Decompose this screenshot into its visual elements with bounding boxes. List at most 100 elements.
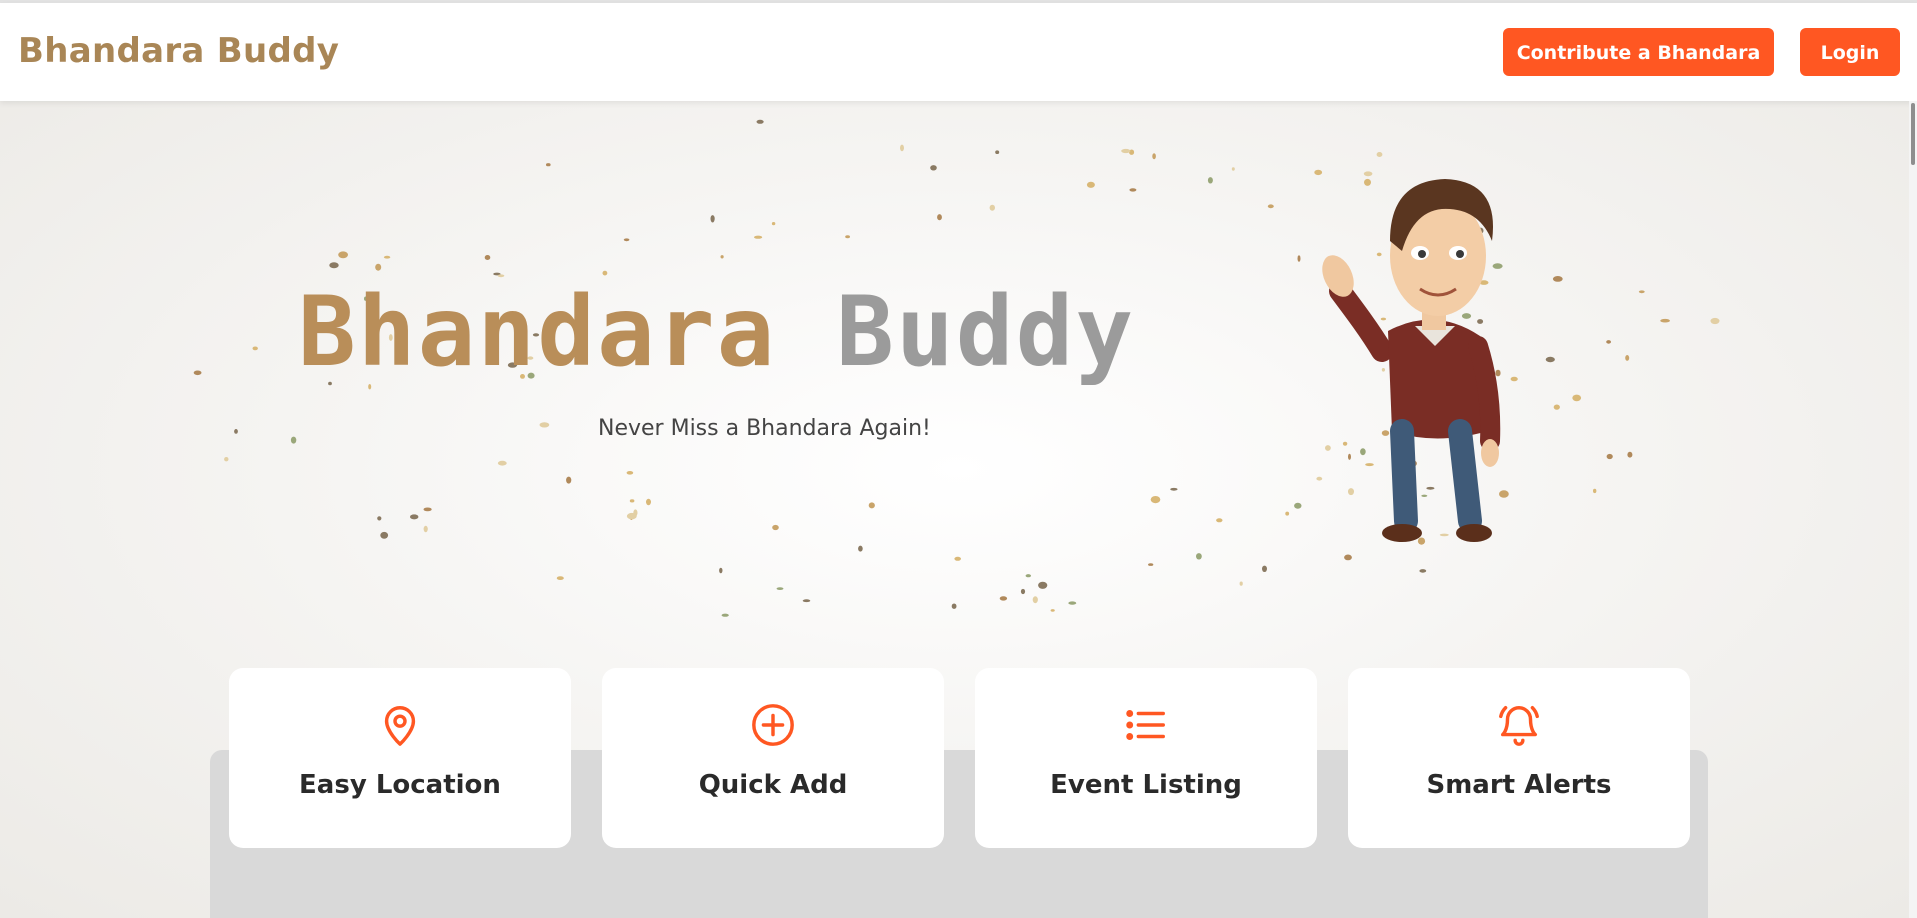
- crumb-dot: [999, 596, 1008, 601]
- crumb-dot: [1032, 596, 1038, 604]
- crumb-dot: [1419, 569, 1427, 573]
- list-icon: [1126, 710, 1165, 740]
- login-button[interactable]: Login: [1800, 28, 1900, 76]
- crumb-dot: [1239, 581, 1243, 586]
- crumb-dot: [1207, 177, 1213, 184]
- crumb-dot: [1627, 451, 1633, 458]
- bell-icon: [1499, 706, 1539, 746]
- crumb-dot: [1285, 511, 1290, 516]
- crumb-dot: [338, 251, 348, 259]
- scrollbar-track[interactable]: [1909, 101, 1917, 918]
- crumb-dot: [721, 613, 729, 617]
- crumb-dot: [720, 255, 724, 259]
- crumb-dot: [1625, 355, 1630, 361]
- crumb-dot: [937, 214, 942, 221]
- crumb-dot: [1710, 317, 1720, 325]
- crumb-dot: [1050, 609, 1055, 612]
- crumb-dot: [1231, 167, 1235, 171]
- crumb-dot: [1572, 394, 1582, 402]
- brand-logo-text[interactable]: Bhandara Buddy: [18, 31, 339, 71]
- crumb-dot: [410, 514, 419, 520]
- crumb-dot: [995, 150, 1000, 154]
- scrollbar-thumb[interactable]: [1911, 103, 1915, 165]
- crumb-dot: [602, 270, 608, 276]
- crumb-dot: [546, 163, 551, 167]
- crumb-dot: [1216, 518, 1223, 523]
- crumb-dot: [1344, 554, 1352, 561]
- crumb-dot: [497, 460, 507, 466]
- crumb-dot: [710, 215, 715, 223]
- crumb-dot: [802, 599, 811, 603]
- crumb-dot: [383, 255, 391, 259]
- crumb-dot: [1297, 255, 1301, 262]
- crumb-dot: [1068, 601, 1077, 605]
- crumb-dot: [845, 235, 850, 239]
- crumb-dot: [1638, 290, 1645, 294]
- crumb-dot: [754, 235, 763, 239]
- crumb-dot: [1294, 502, 1302, 509]
- crumb-dot: [1170, 487, 1178, 491]
- feature-title: Easy Location: [299, 770, 501, 800]
- crumb-dot: [556, 576, 564, 580]
- feature-card-easy-location[interactable]: Easy Location: [229, 668, 571, 848]
- plus-circle-icon: [752, 704, 794, 746]
- crumb-dot: [868, 502, 875, 509]
- crumb-dot: [1020, 588, 1026, 595]
- hero-tagline: Never Miss a Bhandara Again!: [598, 416, 931, 441]
- feature-title: Event Listing: [1050, 770, 1242, 800]
- crumb-dot: [252, 346, 258, 351]
- crumb-dot: [1152, 153, 1156, 160]
- crumb-dot: [719, 567, 723, 574]
- crumb-dot: [954, 556, 961, 561]
- crumb-dot: [380, 531, 389, 539]
- mascot-illustration: [1322, 179, 1501, 542]
- crumb-dot: [1086, 181, 1095, 188]
- contribute-button[interactable]: Contribute a Bhandara: [1503, 28, 1774, 76]
- crumb-dot: [423, 507, 432, 512]
- crumb-dot: [193, 370, 202, 376]
- crumb-dot: [1148, 563, 1154, 566]
- crumb-dot: [756, 119, 764, 124]
- navbar: Bhandara Buddy Contribute a Bhandara Log…: [0, 3, 1917, 101]
- crumb-dot: [1196, 553, 1202, 560]
- crumb-dot: [776, 587, 784, 590]
- crumb-dot: [626, 512, 637, 520]
- feature-card-smart-alerts[interactable]: Smart Alerts: [1348, 668, 1690, 848]
- crumb-dot: [629, 499, 635, 503]
- feature-title: Smart Alerts: [1426, 770, 1612, 800]
- crumb-dot: [423, 525, 428, 533]
- crumb-dot: [623, 238, 630, 242]
- crumb-dot: [930, 165, 937, 171]
- crumb-dot: [539, 422, 550, 428]
- crumb-dot: [1038, 581, 1048, 589]
- feature-title: Quick Add: [698, 770, 848, 800]
- crumb-dot: [484, 255, 491, 260]
- crumb-dot: [858, 545, 863, 552]
- crumb-dot: [626, 471, 634, 475]
- crumb-dot: [646, 498, 651, 506]
- feature-card-quick-add[interactable]: Quick Add: [602, 668, 944, 848]
- crumb-dot: [1267, 204, 1274, 209]
- crumb-dot: [375, 263, 382, 271]
- crumb-dot: [989, 204, 995, 211]
- map-pin-icon: [384, 706, 416, 746]
- feature-card-event-listing[interactable]: Event Listing: [975, 668, 1317, 848]
- crumb-dot: [1262, 565, 1267, 572]
- hero-title-part1: Bhandara: [298, 276, 777, 388]
- crumb-dot: [1150, 496, 1161, 504]
- crumb-dot: [290, 436, 297, 444]
- crumb-dot: [1121, 148, 1131, 154]
- crumb-dot: [1660, 318, 1670, 323]
- crumb-dot: [1606, 340, 1611, 344]
- crumb-dot: [1129, 188, 1137, 192]
- crumb-dot: [1025, 574, 1032, 578]
- crumb-dot: [234, 429, 238, 434]
- crumb-dot: [771, 222, 776, 226]
- hero-title: Bhandara Buddy: [298, 277, 1135, 387]
- crumb-dot: [772, 524, 779, 531]
- crumb-dot: [951, 603, 957, 609]
- hero-title-part2: Buddy: [836, 276, 1136, 388]
- crumb-dot: [566, 476, 572, 484]
- crumb-dot: [329, 262, 339, 269]
- crumb-dot: [1606, 453, 1613, 460]
